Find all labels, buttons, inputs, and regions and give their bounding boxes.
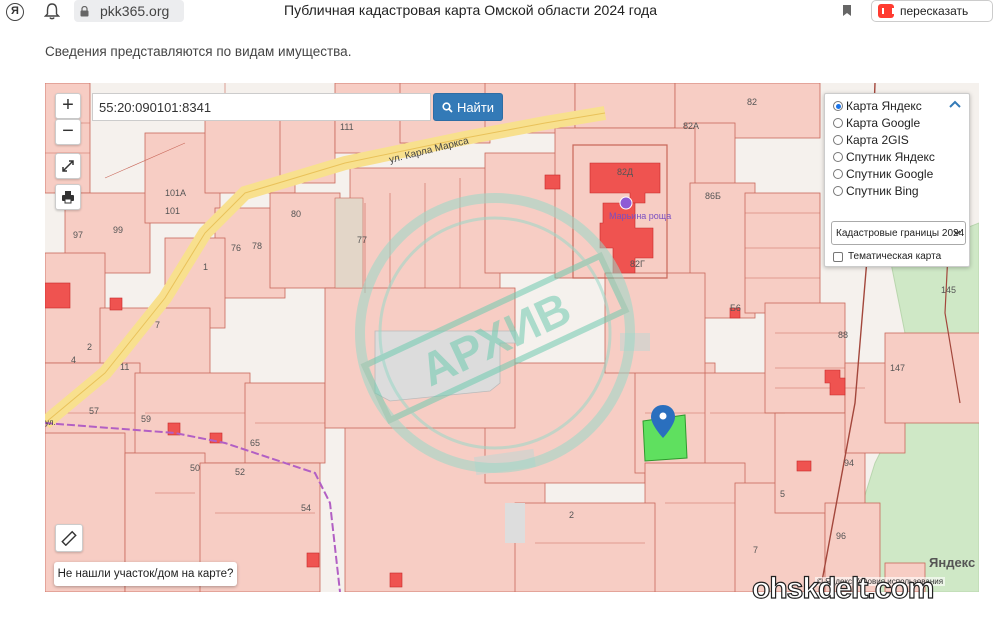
cadastral-map[interactable]: АРХИВ 111 82 82А 82Д 86Б 101А 101 97 99 76 78 80 77 1… <box>45 83 979 592</box>
url-text: pkk365.org <box>100 3 170 19</box>
layer-radio[interactable] <box>833 135 843 145</box>
house-number-label: 54 <box>301 503 311 513</box>
house-number-label: 111 <box>340 122 354 132</box>
layer-option-label: Спутник Яндекс <box>846 150 935 164</box>
printer-icon <box>62 191 74 204</box>
layer-option[interactable]: Спутник Google <box>833 167 933 181</box>
house-number-label: 77 <box>357 235 367 245</box>
house-number-label: 4 <box>71 355 76 365</box>
expand-icon <box>62 160 74 172</box>
layer-option-label: Карта 2GIS <box>846 133 909 147</box>
house-number-label: 145 <box>941 285 956 295</box>
yandex-attribution: Яндекс <box>929 555 976 570</box>
house-number-label: 50 <box>190 463 200 473</box>
chevron-up-icon[interactable] <box>949 100 961 108</box>
house-number-label: 5 <box>780 489 785 499</box>
layer-option[interactable]: Карта Яндекс <box>833 99 922 113</box>
site-watermark: ohskdelt.com <box>751 571 935 605</box>
layers-panel: Карта Яндекс Карта Google Карта 2GIS Спутни… <box>824 93 970 267</box>
chevron-down-icon <box>953 230 961 236</box>
zoom-in-button[interactable]: + <box>55 93 81 119</box>
layer-radio[interactable] <box>833 101 843 111</box>
fullscreen-button[interactable] <box>55 153 81 179</box>
house-number-label: 101 <box>165 206 180 216</box>
bookmark-icon[interactable] <box>842 4 852 17</box>
thematic-checkbox[interactable] <box>833 251 843 262</box>
house-number-label: 11 <box>120 362 129 372</box>
address-bar[interactable]: pkk365.org <box>74 0 184 22</box>
layer-option[interactable]: Спутник Bing <box>833 184 919 198</box>
house-number-label: 88 <box>838 330 848 340</box>
house-number-label: 65 <box>250 438 260 448</box>
house-number-label: 7 <box>753 545 758 555</box>
browser-toolbar: Я pkk365.org Публичная кадастровая карта… <box>0 0 1000 24</box>
house-number-label: 2 <box>87 342 92 352</box>
house-number-label: 59 <box>141 414 151 424</box>
layer-radio[interactable] <box>833 118 843 128</box>
page-subtitle: Сведения представляются по видам имущест… <box>45 44 352 59</box>
cadastral-search-input[interactable] <box>92 93 431 121</box>
layer-option[interactable]: Спутник Яндекс <box>833 150 935 164</box>
bell-icon[interactable] <box>44 3 60 20</box>
house-number-label: 99 <box>113 225 123 235</box>
house-number-label: 96 <box>836 531 846 541</box>
retell-label: пересказать <box>900 4 969 18</box>
house-number-label: 82 <box>747 97 757 107</box>
house-number-label: 101А <box>165 188 186 198</box>
house-number-label: 147 <box>890 363 905 373</box>
layer-option[interactable]: Карта 2GIS <box>833 133 909 147</box>
house-number-label: 82А <box>683 121 699 131</box>
not-found-button[interactable]: Не нашли участок/дом на карте? <box>54 562 237 586</box>
select-value: Кадастровые границы 2024 <box>836 227 965 239</box>
thematic-map-toggle[interactable]: Тематическая карта <box>833 251 941 262</box>
lock-icon <box>80 5 89 16</box>
layer-option-label: Спутник Bing <box>846 184 919 198</box>
house-number-label: Б6 <box>730 303 741 313</box>
layer-radio[interactable] <box>833 169 843 179</box>
ruler-button[interactable] <box>55 524 83 552</box>
house-number-label: 52 <box>235 467 245 477</box>
search-button-label: Найти <box>456 99 495 115</box>
house-number-label: 86Б <box>705 191 721 201</box>
layer-radio[interactable] <box>833 152 843 162</box>
layer-radio[interactable] <box>833 186 843 196</box>
house-number-label: 76 <box>231 243 241 253</box>
layer-option[interactable]: Карта Google <box>833 116 920 130</box>
layer-option-label: Спутник Google <box>846 167 934 181</box>
page-title: Публичная кадастровая карта Омской облас… <box>284 2 658 18</box>
search-button[interactable]: Найти <box>433 93 503 121</box>
house-number-label: 57 <box>89 406 99 416</box>
house-number-label: 2 <box>569 510 574 520</box>
retell-button[interactable]: пересказать <box>871 0 993 22</box>
cadastral-layer-select[interactable]: Кадастровые границы 2024 <box>831 221 966 245</box>
yandex-browser-logo[interactable]: Я <box>6 3 24 21</box>
house-number-label: 82Г <box>630 259 645 269</box>
print-button[interactable] <box>55 184 81 210</box>
house-number-label: 82Д <box>617 167 633 177</box>
poi-icon <box>619 196 633 210</box>
street-label-2: ул. <box>45 418 56 427</box>
ruler-icon <box>61 530 77 546</box>
house-number-label: 80 <box>291 209 301 219</box>
house-number-label: 78 <box>252 241 262 251</box>
house-number-label: 7 <box>155 320 160 330</box>
layer-option-label: Карта Яндекс <box>846 99 922 113</box>
layer-option-label: Карта Google <box>846 116 921 130</box>
thematic-label: Тематическая карта <box>848 251 942 262</box>
retell-icon <box>878 4 894 18</box>
house-number-label: 1 <box>203 262 208 272</box>
house-number-label: 97 <box>73 230 83 240</box>
zoom-out-button[interactable]: − <box>55 119 81 145</box>
house-number-label: 94 <box>844 458 854 468</box>
search-icon <box>442 101 453 113</box>
poi-label: Марьина роща <box>609 211 671 221</box>
